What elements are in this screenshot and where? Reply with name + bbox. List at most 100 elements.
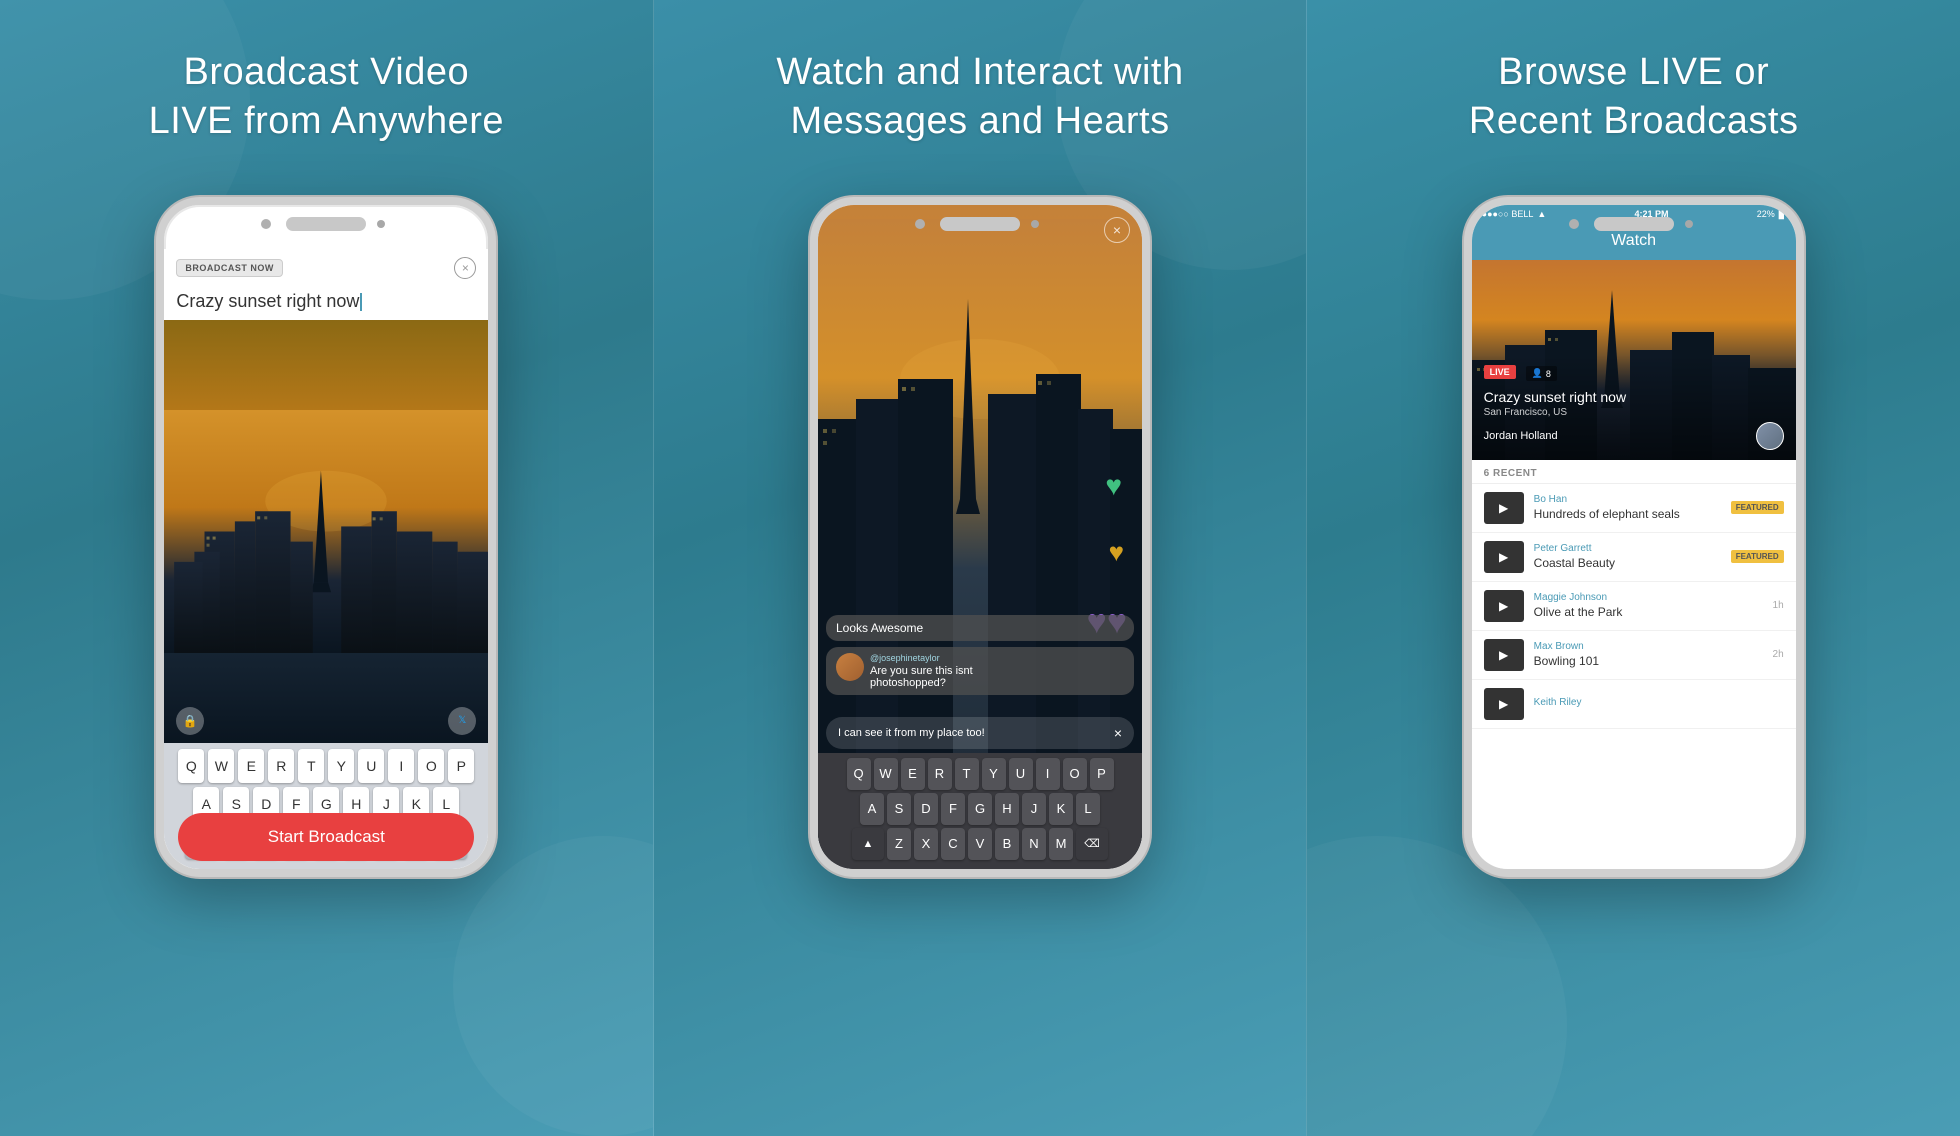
wkey-o[interactable]: O <box>1063 758 1087 790</box>
input-bar-text: I can see it from my place too! <box>838 727 985 739</box>
phone-2: × ♥ ♥ ♥♥ Looks Awesome @josephinet <box>810 197 1150 877</box>
close-button[interactable]: × <box>454 257 476 279</box>
live-badge: LIVE <box>1484 365 1516 379</box>
key-o[interactable]: O <box>418 749 444 783</box>
recent-author-3: Maggie Johnson <box>1534 592 1763 603</box>
key-u[interactable]: U <box>358 749 384 783</box>
recent-item-5[interactable]: ▶ Keith Riley <box>1472 680 1796 729</box>
heart-gold[interactable]: ♥ <box>1109 537 1124 568</box>
recent-item-1[interactable]: ▶ Bo Han Hundreds of elephant seals FEAT… <box>1472 484 1796 533</box>
wkey-r[interactable]: R <box>928 758 952 790</box>
featured-card[interactable]: LIVE 👤 8 Crazy sunset right now San Fran… <box>1472 260 1796 460</box>
recent-thumb-1: ▶ <box>1484 492 1524 524</box>
message-input-bar[interactable]: I can see it from my place too! × <box>826 717 1134 749</box>
wkey-v[interactable]: V <box>968 828 992 860</box>
message-2-avatar <box>836 653 864 681</box>
key-y[interactable]: Y <box>328 749 354 783</box>
featured-author-name: Jordan Holland <box>1484 430 1558 442</box>
wkey-p[interactable]: P <box>1090 758 1114 790</box>
featured-tag-1: FEATURED <box>1731 501 1784 514</box>
recent-title-3: Olive at the Park <box>1534 605 1763 619</box>
recent-header: 6 RECENT <box>1472 460 1796 484</box>
wkey-h[interactable]: H <box>995 793 1019 825</box>
key-q[interactable]: Q <box>178 749 204 783</box>
wkey-g[interactable]: G <box>968 793 992 825</box>
recent-item-4[interactable]: ▶ Max Brown Bowling 101 2h <box>1472 631 1796 680</box>
key-w[interactable]: W <box>208 749 234 783</box>
status-time: 4:21 PM <box>1635 209 1669 219</box>
panel-broadcast: Broadcast Video LIVE from Anywhere BROAD… <box>0 0 653 1136</box>
recent-author-5: Keith Riley <box>1534 697 1774 708</box>
featured-author-row: Jordan Holland <box>1484 422 1784 450</box>
wkey-z[interactable]: Z <box>887 828 911 860</box>
featured-location: San Francisco, US <box>1484 407 1784 418</box>
recent-item-3[interactable]: ▶ Maggie Johnson Olive at the Park 1h <box>1472 582 1796 631</box>
recent-thumb-4: ▶ <box>1484 639 1524 671</box>
recent-section: 6 RECENT ▶ Bo Han Hundreds of elephant s… <box>1472 460 1796 869</box>
play-icon-1: ▶ <box>1499 501 1508 515</box>
key-r[interactable]: R <box>268 749 294 783</box>
key-i[interactable]: I <box>388 749 414 783</box>
wkey-l[interactable]: L <box>1076 793 1100 825</box>
broadcast-title[interactable]: Crazy sunset right now <box>164 287 488 320</box>
phone-3: ●●●○○ BELL ▲ 4:21 PM 22% ▊ Watch <box>1464 197 1804 877</box>
panel-browse: Browse LIVE or Recent Broadcasts ●●●○○ B… <box>1307 0 1960 1136</box>
wkey-y[interactable]: Y <box>982 758 1006 790</box>
nav-title: Watch <box>1611 232 1656 249</box>
wkey-i[interactable]: I <box>1036 758 1060 790</box>
wkey-d[interactable]: D <box>914 793 938 825</box>
key-t[interactable]: T <box>298 749 324 783</box>
battery-icon: ▊ <box>1779 209 1786 220</box>
twitter-share-icon[interactable]: 𝕏 <box>448 707 476 735</box>
watch-close-button[interactable]: × <box>1104 217 1130 243</box>
author-avatar <box>1756 422 1784 450</box>
phone-1: BROADCAST NOW × Crazy sunset right now <box>156 197 496 877</box>
wkey-e[interactable]: E <box>901 758 925 790</box>
wkey-t[interactable]: T <box>955 758 979 790</box>
wkey-c[interactable]: C <box>941 828 965 860</box>
wkey-b[interactable]: B <box>995 828 1019 860</box>
recent-info-4: Max Brown Bowling 101 <box>1534 641 1763 668</box>
keyboard-row-1: Q W E R T Y U I O P <box>168 749 484 783</box>
recent-thumb-2: ▶ <box>1484 541 1524 573</box>
status-bar: ●●●○○ BELL ▲ 4:21 PM 22% ▊ <box>1472 205 1796 224</box>
viewer-count: 👤 8 <box>1526 366 1557 381</box>
wkey-m[interactable]: M <box>1049 828 1073 860</box>
heart-green[interactable]: ♥ <box>1105 470 1122 502</box>
key-e[interactable]: E <box>238 749 264 783</box>
recent-title-2: Coastal Beauty <box>1534 556 1721 570</box>
recent-item-2[interactable]: ▶ Peter Garrett Coastal Beauty FEATURED <box>1472 533 1796 582</box>
recent-info-5: Keith Riley <box>1534 697 1774 710</box>
location-lock-icon[interactable]: 🔒 <box>176 707 204 735</box>
key-p[interactable]: P <box>448 749 474 783</box>
recent-thumb-5: ▶ <box>1484 688 1524 720</box>
carrier-text: ●●●○○ BELL <box>1482 209 1534 219</box>
phone-3-screen: ●●●○○ BELL ▲ 4:21 PM 22% ▊ Watch <box>1472 205 1796 869</box>
phone-2-screen: × ♥ ♥ ♥♥ Looks Awesome @josephinet <box>818 205 1142 869</box>
wkey-f[interactable]: F <box>941 793 965 825</box>
wkey-shift[interactable]: ▲ <box>852 828 884 860</box>
message-2-text: Are you sure this isnt photoshopped? <box>870 665 1124 689</box>
wkey-q[interactable]: Q <box>847 758 871 790</box>
wkey-s[interactable]: S <box>887 793 911 825</box>
wkey-n[interactable]: N <box>1022 828 1046 860</box>
input-close-icon[interactable]: × <box>1114 725 1122 741</box>
battery-level: 22% <box>1757 209 1775 219</box>
start-broadcast-button[interactable]: Start Broadcast <box>178 813 474 861</box>
recent-info-2: Peter Garrett Coastal Beauty <box>1534 543 1721 570</box>
recent-author-2: Peter Garrett <box>1534 543 1721 554</box>
wkey-u[interactable]: U <box>1009 758 1033 790</box>
wkey-w[interactable]: W <box>874 758 898 790</box>
message-1-text: Looks Awesome <box>836 621 1124 635</box>
wkey-k[interactable]: K <box>1049 793 1073 825</box>
recent-author-max-brown: Max Brown <box>1534 641 1763 652</box>
wkey-a[interactable]: A <box>860 793 884 825</box>
wkey-j[interactable]: J <box>1022 793 1046 825</box>
broadcast-now-badge: BROADCAST NOW <box>176 259 283 277</box>
recent-info-3: Maggie Johnson Olive at the Park <box>1534 592 1763 619</box>
play-icon-3: ▶ <box>1499 599 1508 613</box>
wkey-backspace[interactable]: ⌫ <box>1076 828 1108 860</box>
wkey-x[interactable]: X <box>914 828 938 860</box>
watch-keyboard: Q W E R T Y U I O P A S D <box>818 753 1142 869</box>
recent-thumb-3: ▶ <box>1484 590 1524 622</box>
